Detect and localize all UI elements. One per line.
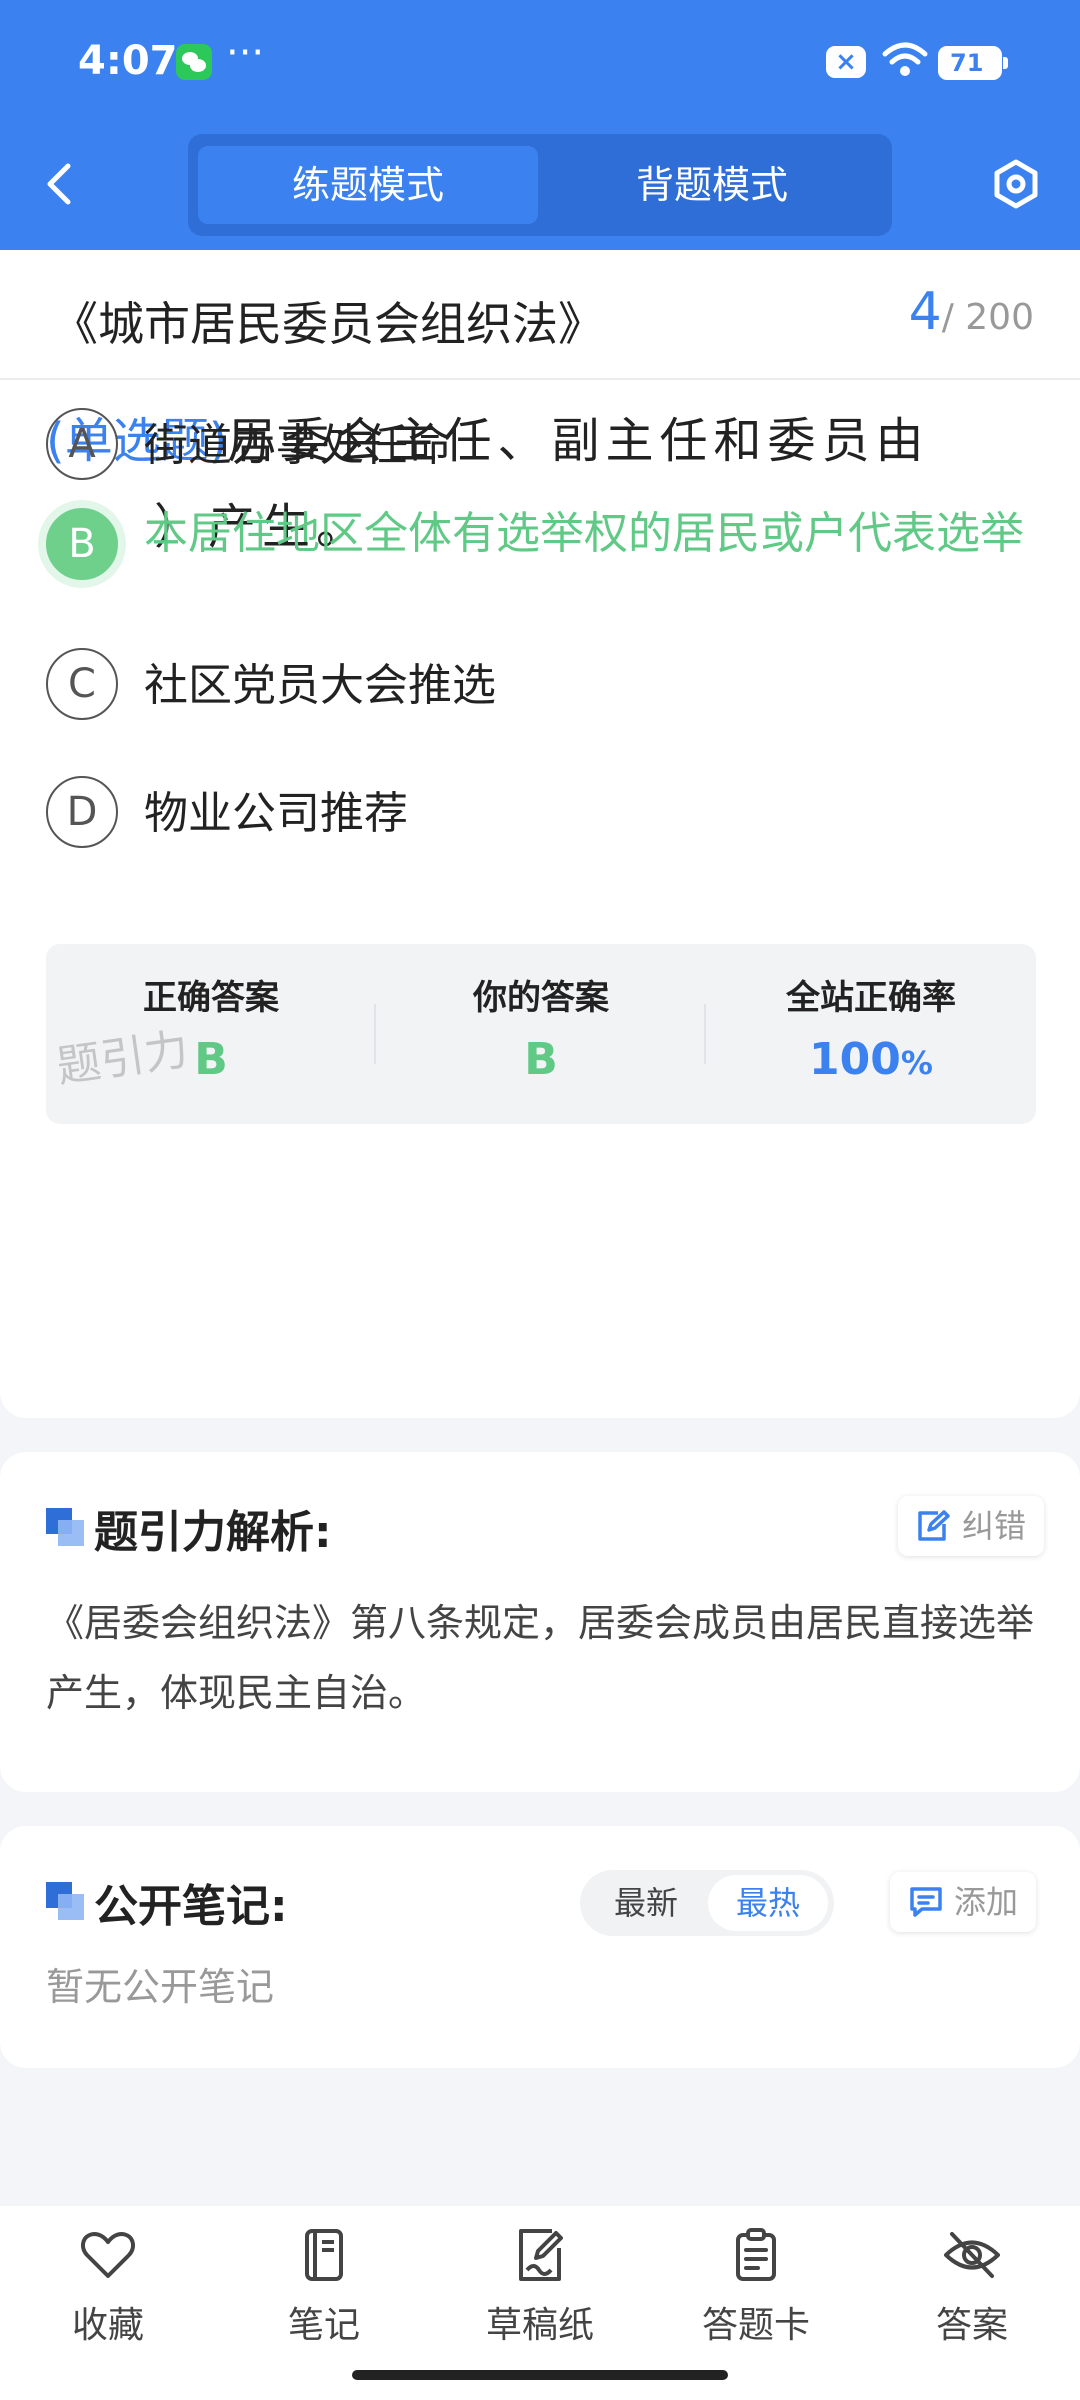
comment-icon [910, 1887, 942, 1917]
home-indicator[interactable] [352, 2370, 728, 2380]
your-answer-value: B [524, 1034, 558, 1085]
accuracy-unit: % [900, 1044, 933, 1082]
notebook-icon [305, 2229, 343, 2281]
edit-icon [918, 1510, 950, 1541]
battery-indicator: 71 [938, 46, 1008, 80]
correct-answer-label: 正确答案 [143, 978, 279, 1018]
tab-label: 草稿纸 [485, 2305, 594, 2346]
wifi-icon [882, 42, 928, 76]
tab-practice-mode[interactable]: 练题模式 [198, 146, 538, 224]
add-note-button[interactable]: 添加 [890, 1872, 1037, 1932]
eye-off-icon [944, 2232, 1000, 2278]
tab-draft[interactable]: 草稿纸 [432, 2228, 648, 2348]
notes-sort-toggle: 最新 最热 [580, 1870, 834, 1936]
accuracy-number: 100 [809, 1034, 901, 1085]
wechat-notification-icon [176, 44, 212, 80]
analysis-title: 题引力解析: [94, 1507, 332, 1558]
current-question-number: 4 [908, 282, 942, 342]
back-arrow-icon[interactable] [40, 160, 80, 208]
option-letter: D [46, 776, 118, 848]
section-icon [46, 1508, 84, 1546]
tab-label: 收藏 [71, 2305, 144, 2346]
empty-notes-text: 暂无公开笔记 [46, 1965, 275, 2009]
answer-sheet-icon [736, 2228, 776, 2281]
book-title: 《城市居民委员会组织法》 [52, 297, 604, 351]
tab-notes[interactable]: 笔记 [216, 2228, 432, 2348]
heart-icon [80, 2232, 136, 2278]
accuracy-value: 100% [706, 1034, 1036, 1085]
more-notifications-indicator: ··· [226, 30, 265, 76]
notes-card: 公开笔记: 最新 最热 添加 暂无公开笔记 [0, 1826, 1080, 2068]
option-text: 街道办事处任命 [144, 420, 452, 471]
section-icon [46, 1882, 84, 1920]
analysis-card: 题引力解析: 纠错 《居委会组织法》第八条规定，居委会成员由居民直接选举产生，体… [0, 1452, 1080, 1792]
your-answer-column: 你的答案 B [376, 944, 706, 1124]
notes-title: 公开笔记: [94, 1881, 288, 1932]
sort-hottest[interactable]: 最热 [708, 1875, 828, 1931]
question-card: 《城市居民委员会组织法》 4/ 200 (单选题)居委会主任、副主任和委员由（ … [0, 250, 1080, 1418]
tab-label: 答题卡 [701, 2305, 810, 2346]
total-questions: / 200 [941, 297, 1034, 338]
analysis-text: 《居委会组织法》第八条规定，居委会成员由居民直接选举产生，体现民主自治。 [46, 1601, 1035, 1715]
accuracy-label: 全站正确率 [786, 978, 956, 1018]
add-note-label: 添加 [954, 1883, 1019, 1921]
option-text: 物业公司推荐 [144, 788, 408, 839]
your-answer-label: 你的答案 [473, 978, 609, 1018]
settings-hexagon-icon[interactable] [990, 158, 1042, 210]
draft-icon [519, 2229, 563, 2281]
report-error-button[interactable]: 纠错 [898, 1496, 1045, 1556]
status-time: 4:07 [78, 38, 178, 84]
tab-memorize-mode[interactable]: 背题模式 [542, 146, 882, 224]
app-header: 4:07 ··· × 71 练题模式 背题模式 [0, 0, 1080, 250]
question-counter: 4/ 200 [909, 282, 1034, 342]
accuracy-column: 全站正确率 100% [706, 944, 1036, 1124]
mode-switch: 练题模式 背题模式 [188, 134, 892, 236]
option-text: 本居住地区全体有选举权的居民或户代表选举 [144, 508, 1024, 559]
answer-summary: 正确答案 B 你的答案 B 全站正确率 100% [46, 944, 1036, 1124]
option-b[interactable]: B 本居住地区全体有选举权的居民或户代表选举 [46, 496, 1046, 626]
tab-label: 答案 [935, 2305, 1008, 2346]
option-text: 社区党员大会推选 [144, 660, 496, 711]
option-letter: C [46, 648, 118, 720]
sort-newest[interactable]: 最新 [586, 1875, 706, 1931]
question-title-bar: 《城市居民委员会组织法》 4/ 200 [0, 250, 1080, 380]
report-error-label: 纠错 [962, 1507, 1027, 1545]
tab-favorite[interactable]: 收藏 [0, 2228, 216, 2348]
option-letter: A [46, 408, 118, 480]
option-letter: B [46, 508, 118, 580]
tab-answer[interactable]: 答案 [864, 2228, 1080, 2348]
sim-off-icon: × [826, 46, 866, 78]
tab-answer-sheet[interactable]: 答题卡 [648, 2228, 864, 2348]
tab-label: 笔记 [287, 2305, 360, 2346]
